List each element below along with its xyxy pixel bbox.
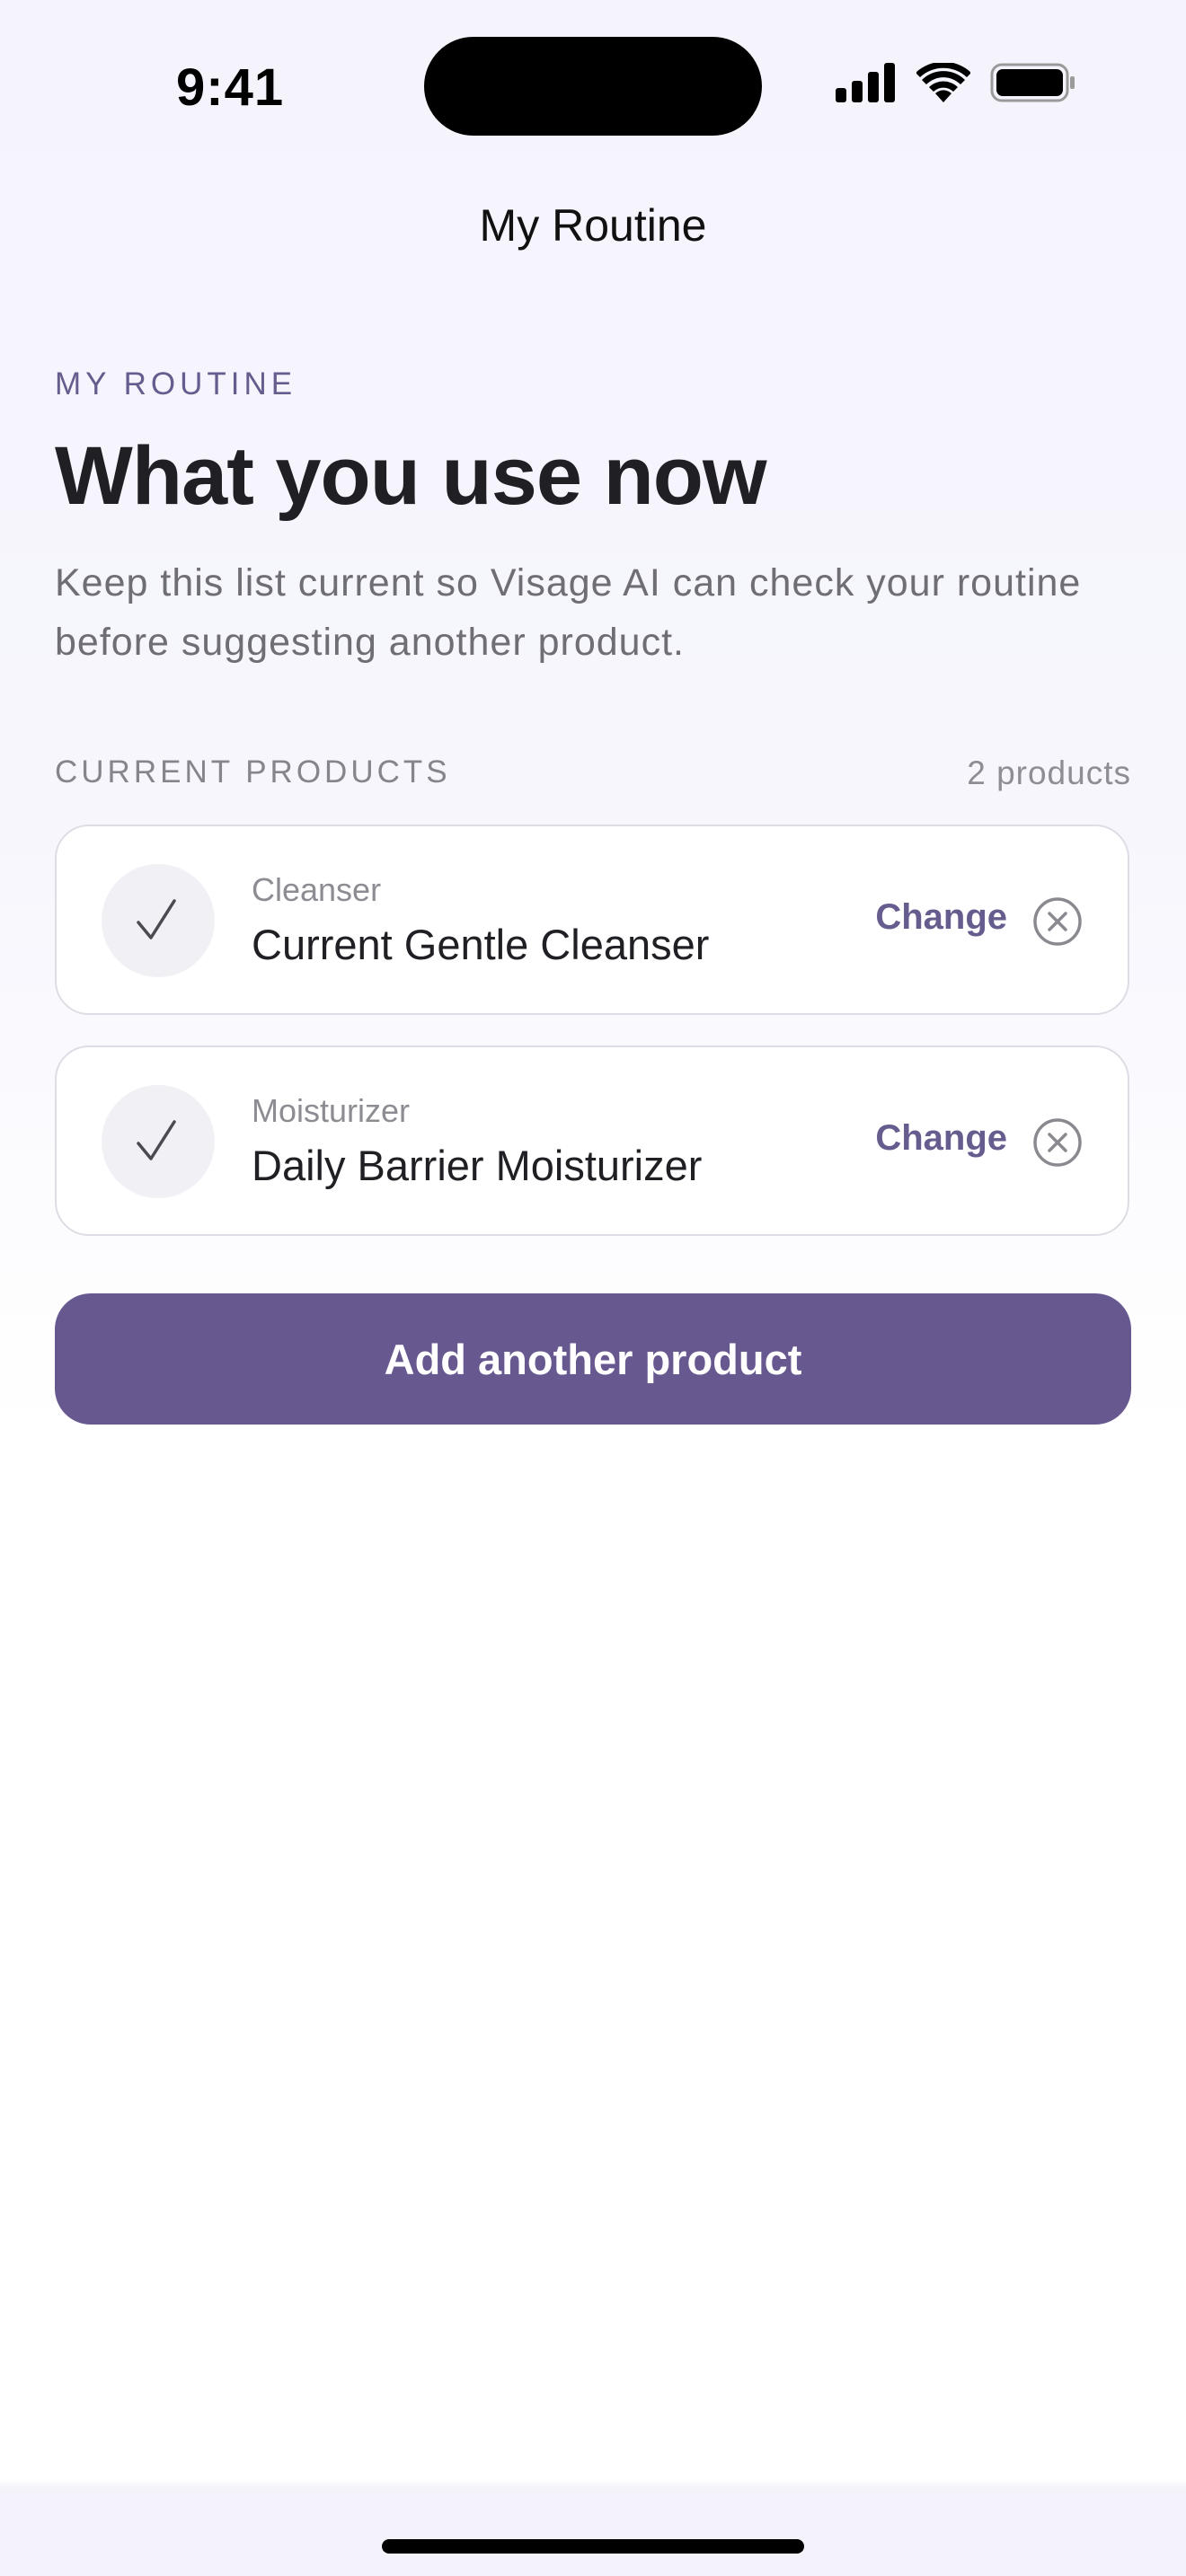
nav-title: My Routine — [479, 200, 707, 251]
product-category: Moisturizer — [252, 1092, 411, 1129]
page-description: Keep this list current so Visage AI can … — [55, 561, 1082, 664]
checkmark-icon — [102, 1085, 215, 1198]
battery-icon — [990, 63, 1076, 102]
product-card: Moisturizer Daily Barrier Moisturizer Ch… — [55, 1045, 1129, 1236]
section-label: CURRENT PRODUCTS — [55, 754, 451, 790]
page-title: What you use now — [55, 430, 767, 522]
remove-circle-x-icon[interactable] — [1032, 1117, 1083, 1168]
dynamic-island — [424, 37, 762, 136]
home-indicator[interactable] — [382, 2539, 804, 2554]
product-count: 2 products — [967, 754, 1131, 791]
status-time: 9:41 — [176, 58, 285, 117]
add-product-button[interactable]: Add another product — [55, 1293, 1131, 1425]
product-name: Current Gentle Cleanser — [252, 921, 710, 968]
status-icons — [836, 63, 1076, 102]
change-button[interactable]: Change — [875, 897, 1007, 938]
product-category: Cleanser — [252, 871, 382, 908]
eyebrow-label: MY ROUTINE — [55, 366, 297, 401]
wifi-icon — [916, 63, 970, 102]
remove-circle-x-icon[interactable] — [1032, 896, 1083, 947]
cellular-signal-icon — [836, 63, 897, 102]
product-card: Cleanser Current Gentle Cleanser Change — [55, 825, 1129, 1015]
checkmark-icon — [102, 864, 215, 977]
change-button[interactable]: Change — [875, 1118, 1007, 1159]
screen: 9:41 My Routine MY ROUTINE What you use … — [0, 0, 1186, 2576]
product-name: Daily Barrier Moisturizer — [252, 1142, 703, 1189]
